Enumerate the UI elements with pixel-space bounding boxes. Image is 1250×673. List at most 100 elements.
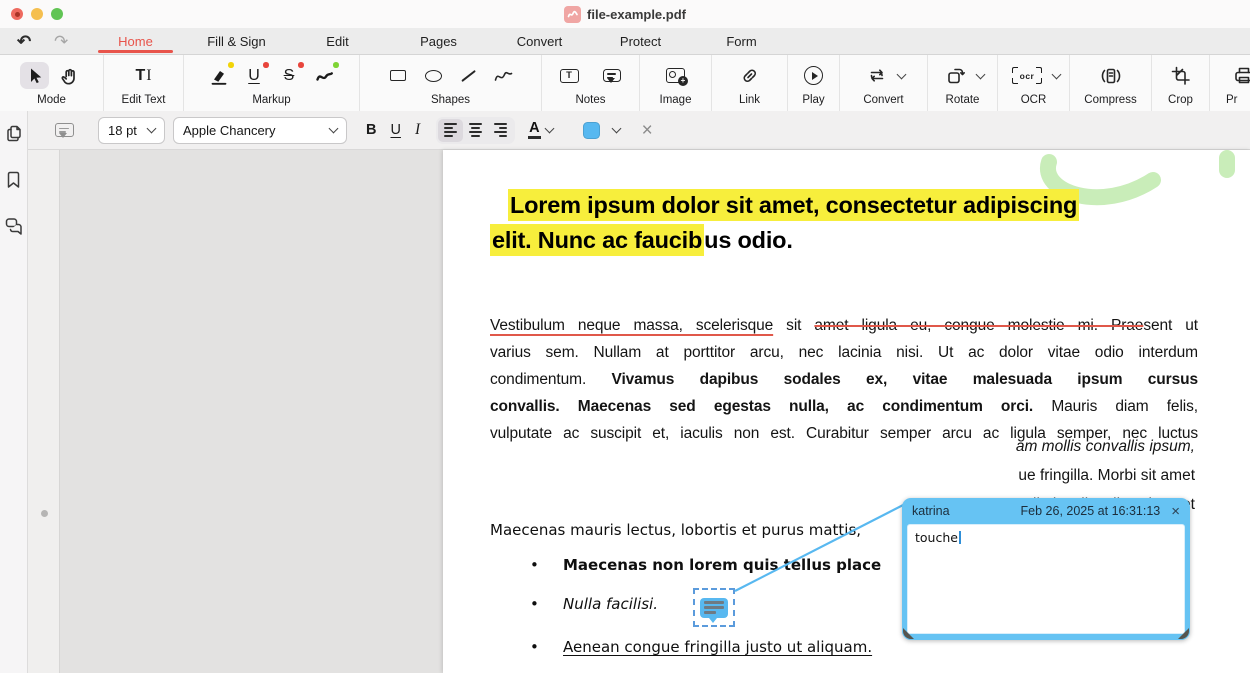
- crop-button[interactable]: [1166, 62, 1195, 89]
- pdf-page: Lorem ipsum dolor sit amet, consectetur …: [443, 150, 1250, 673]
- text-color-button[interactable]: A: [528, 121, 552, 140]
- highlighted-text: Lorem ipsum dolor sit amet, consectetur …: [508, 189, 1079, 221]
- comment-note-button[interactable]: [598, 62, 627, 89]
- convert-button[interactable]: [865, 62, 889, 89]
- strikeout-s-icon: S: [284, 67, 295, 85]
- left-sidebar: [0, 111, 28, 673]
- app-window: file-example.pdf ↶ ↷ Home Fill & Sign Ed…: [0, 0, 1250, 673]
- play-button[interactable]: [799, 62, 828, 89]
- text-box-note-button[interactable]: T: [555, 62, 584, 89]
- convert-dropdown-chevron-icon[interactable]: [897, 69, 907, 79]
- tab-edit[interactable]: Edit: [287, 28, 388, 54]
- comment-close-icon[interactable]: ×: [1171, 504, 1180, 519]
- align-center-icon: [469, 123, 482, 137]
- ribbon-group-notes: T Notes: [542, 55, 640, 111]
- comment-date: Feb 26, 2025 at 16:31:13: [1021, 504, 1161, 518]
- ribbon-group-convert: Convert: [840, 55, 928, 111]
- tab-convert[interactable]: Convert: [489, 28, 590, 54]
- align-right-button[interactable]: [488, 119, 513, 142]
- line-shape-button[interactable]: [454, 62, 483, 89]
- bold-button[interactable]: B: [366, 123, 376, 138]
- comment-text-area[interactable]: touche: [907, 524, 1185, 634]
- close-format-bar-button[interactable]: ×: [642, 121, 653, 140]
- align-center-button[interactable]: [463, 119, 488, 142]
- group-label-crop: Crop: [1168, 94, 1193, 106]
- italic-button[interactable]: I: [415, 122, 420, 138]
- comment-annotation[interactable]: [693, 588, 735, 627]
- text-color-a-icon: A: [528, 121, 540, 140]
- titlebar: file-example.pdf: [0, 0, 1250, 28]
- tab-protect[interactable]: Protect: [590, 28, 691, 54]
- page-thumbnails-button[interactable]: [4, 124, 23, 143]
- list-item: • Maecenas non lorem quis tellus place: [530, 556, 881, 574]
- comments-panel-button[interactable]: [4, 216, 24, 235]
- compress-button[interactable]: [1096, 62, 1125, 89]
- rotate-dropdown-chevron-icon[interactable]: [976, 69, 986, 79]
- tab-bar: ↶ ↷ Home Fill & Sign Edit Pages Convert …: [0, 28, 1250, 55]
- ribbon-tabs: Home Fill & Sign Edit Pages Convert Prot…: [85, 28, 792, 54]
- ribbon-group-shapes: Shapes: [360, 55, 542, 111]
- edit-text-button[interactable]: T I: [127, 62, 161, 89]
- compress-icon: [1101, 67, 1121, 85]
- font-family-select[interactable]: Apple Chancery: [173, 117, 347, 144]
- tab-fill-sign[interactable]: Fill & Sign: [186, 28, 287, 54]
- alignment-group: [436, 117, 515, 144]
- ribbon-group-markup: U S Markup: [184, 55, 360, 111]
- tab-home[interactable]: Home: [85, 28, 186, 54]
- insert-link-button[interactable]: [735, 62, 764, 89]
- ribbon-group-ocr: ocr OCR: [998, 55, 1070, 111]
- comment-popup-header[interactable]: katrina Feb 26, 2025 at 16:31:13 ×: [902, 498, 1190, 524]
- tab-form[interactable]: Form: [691, 28, 792, 54]
- text-box-icon: T: [560, 69, 579, 83]
- group-label-print: Pr: [1226, 94, 1238, 106]
- comment-author: katrina: [912, 504, 1021, 518]
- hand-mode-button[interactable]: [55, 62, 84, 89]
- redo-icon[interactable]: ↷: [54, 30, 68, 53]
- ribbon-group-rotate: Rotate: [928, 55, 998, 111]
- window-title-area: file-example.pdf: [0, 0, 1250, 28]
- undo-icon[interactable]: ↶: [17, 30, 31, 53]
- select-mode-button[interactable]: [20, 62, 49, 89]
- group-label-markup: Markup: [252, 94, 290, 106]
- highlighted-text: elit. Nunc ac faucib: [490, 224, 704, 256]
- rectangle-shape-button[interactable]: [384, 62, 413, 89]
- ribbon-group-play: Play: [788, 55, 840, 111]
- ocr-dropdown-chevron-icon[interactable]: [1052, 69, 1062, 79]
- strikeout-tool-button[interactable]: S: [275, 62, 304, 89]
- align-left-button[interactable]: [438, 119, 463, 142]
- print-button[interactable]: [1229, 62, 1250, 89]
- plus-badge-icon: +: [678, 76, 688, 86]
- insert-image-button[interactable]: +: [661, 62, 690, 89]
- group-label-play: Play: [802, 94, 824, 106]
- bookmarks-button[interactable]: [4, 170, 23, 189]
- highlight-tool-button[interactable]: [205, 62, 234, 89]
- annotation-color-button[interactable]: [583, 122, 620, 139]
- ellipse-shape-button[interactable]: [419, 62, 448, 89]
- note-comment-icon[interactable]: [55, 123, 74, 137]
- chat-bubbles-icon: [4, 216, 24, 235]
- resize-handle-right[interactable]: [1178, 628, 1189, 639]
- tab-pages[interactable]: Pages: [388, 28, 489, 54]
- ocr-button[interactable]: ocr: [1010, 62, 1044, 89]
- ocr-brackets-icon: ocr: [1012, 67, 1042, 84]
- underline-button[interactable]: U: [390, 123, 400, 138]
- group-label-convert: Convert: [863, 94, 903, 106]
- draw-color-dot: [333, 62, 339, 68]
- group-label-ocr: OCR: [1021, 94, 1047, 106]
- resize-handle-left[interactable]: [903, 628, 914, 639]
- ribbon-group-image: + Image: [640, 55, 712, 111]
- image-icon: +: [666, 68, 685, 83]
- font-size-select[interactable]: 18 pt: [98, 117, 165, 144]
- rotate-button[interactable]: [944, 62, 968, 89]
- comment-text: touche: [915, 530, 958, 545]
- panel-resize-handle[interactable]: [41, 510, 48, 517]
- underline-tool-button[interactable]: U: [240, 62, 269, 89]
- highlight-color-dot: [228, 62, 234, 68]
- freehand-shape-button[interactable]: [489, 62, 518, 89]
- group-label-notes: Notes: [575, 94, 605, 106]
- comment-annotation-icon: [700, 598, 728, 618]
- rotate-page-icon: [946, 66, 966, 85]
- text-color-chevron-icon: [544, 124, 554, 134]
- red-underlined-text: Vestibulum neque massa, scelerisque: [490, 317, 773, 334]
- draw-pen-tool-button[interactable]: [310, 62, 339, 89]
